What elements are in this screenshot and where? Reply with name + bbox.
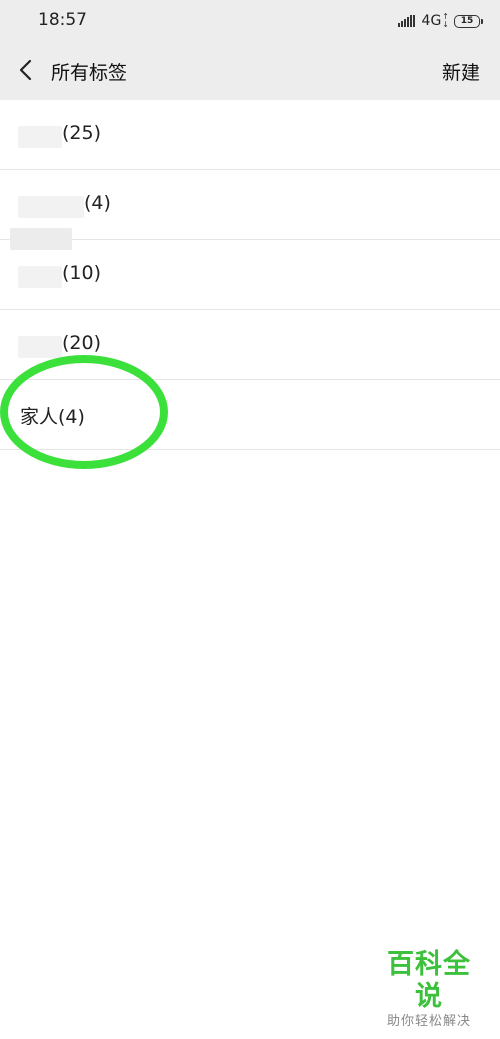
tag-row[interactable]: (20) [0, 310, 500, 380]
tag-label: (4) [84, 192, 111, 214]
status-time: 18:57 [38, 10, 87, 30]
redacted-patch [18, 126, 62, 148]
status-bar: 18:57 4G ↑ ↓ 15 [0, 0, 500, 42]
watermark: 百科全说 助你轻松解决 [374, 949, 484, 1031]
tag-label: 家人(4) [20, 406, 85, 428]
redacted-patch [18, 336, 62, 358]
tag-row[interactable]: (10) [0, 228, 500, 310]
tag-label: (20) [62, 332, 102, 354]
tag-row[interactable]: (4) [0, 170, 500, 240]
watermark-logo: 百科全说 [387, 949, 471, 1012]
status-indicators: 4G ↑ ↓ 15 [397, 12, 483, 30]
tag-label: (10) [62, 262, 102, 284]
battery-level: 15 [460, 16, 474, 26]
redacted-patch [18, 266, 62, 288]
back-button[interactable] [6, 50, 46, 90]
tag-label: (25) [62, 122, 102, 144]
network-type: 4G [421, 13, 442, 29]
signal-icon [397, 15, 416, 27]
title-bar: 所有标签 新建 [0, 42, 500, 100]
tag-row[interactable]: (25) [0, 100, 500, 170]
data-activity-icon: ↑ ↓ [442, 12, 449, 29]
redacted-patch [10, 228, 72, 250]
watermark-slogan: 助你轻松解决 [386, 1014, 471, 1029]
chevron-left-icon [19, 59, 32, 81]
battery-icon: 15 [454, 14, 483, 28]
new-tag-button[interactable]: 新建 [442, 58, 480, 85]
tag-list: (25) (4) (10) (20) 家人(4) [0, 100, 500, 450]
redacted-patch [18, 196, 84, 218]
tag-row[interactable]: 家人(4) [0, 380, 500, 450]
page-title: 所有标签 [51, 62, 128, 84]
